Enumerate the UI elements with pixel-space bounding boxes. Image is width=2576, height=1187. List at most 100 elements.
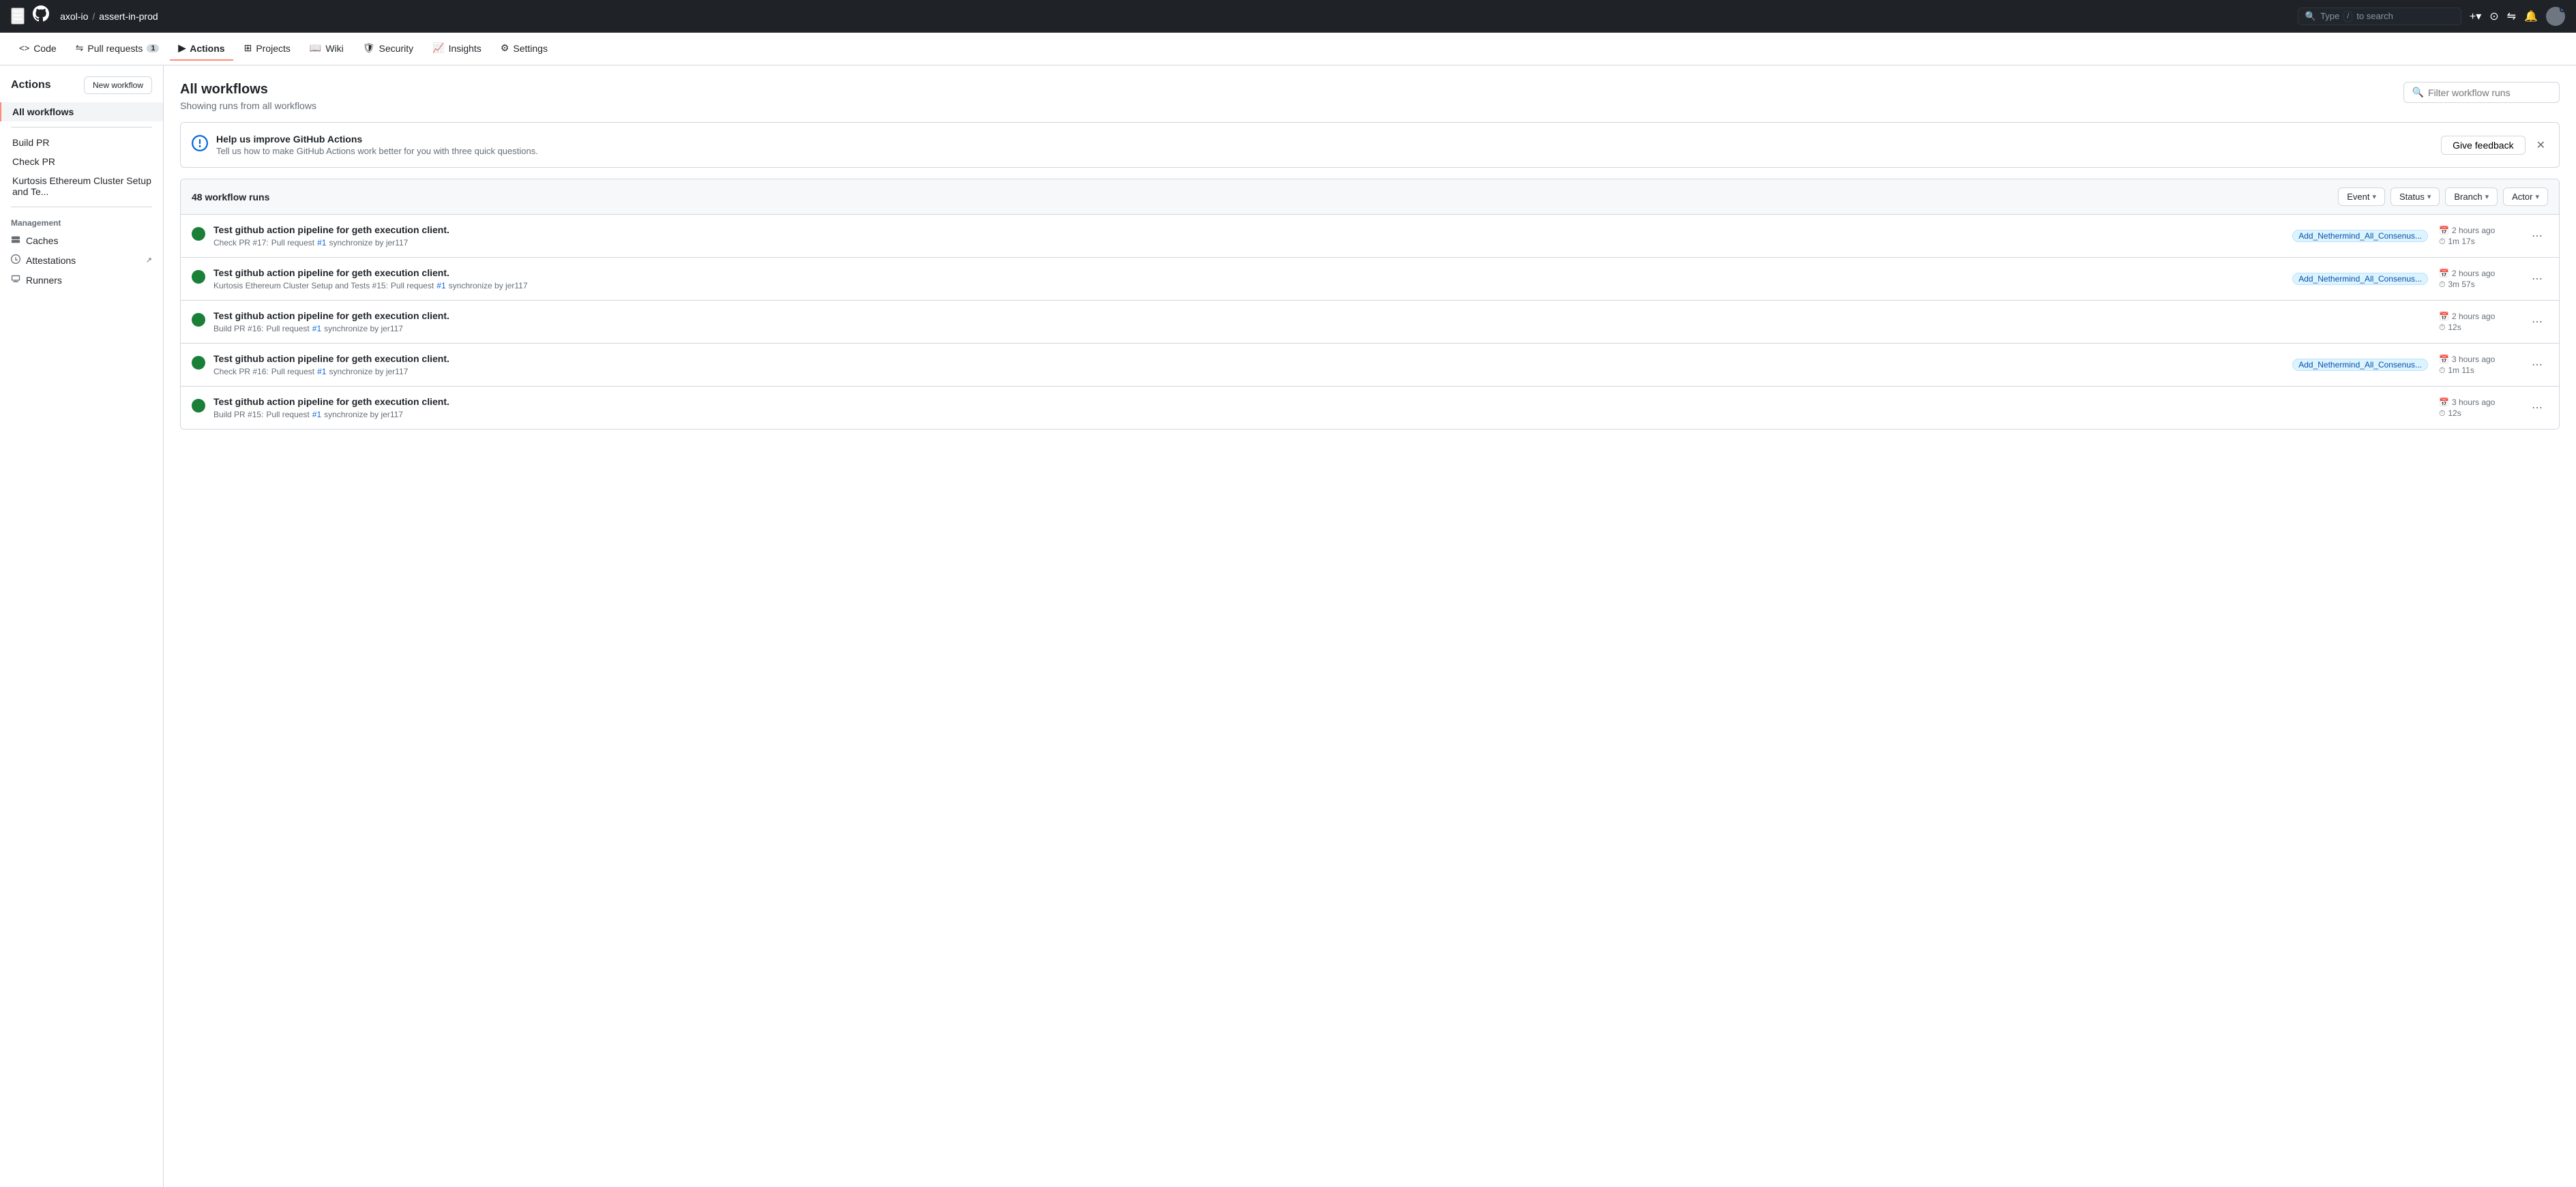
run-more-button[interactable]: ⋯ xyxy=(2526,398,2548,417)
nav-projects[interactable]: ⊞ Projects xyxy=(236,37,299,61)
search-type-text: Type xyxy=(2320,11,2339,21)
notifications-button[interactable]: 🔔 xyxy=(2524,10,2538,23)
nav-wiki[interactable]: 📖 Wiki xyxy=(301,37,352,61)
nav-insights[interactable]: 📈 Insights xyxy=(424,37,490,61)
calendar-icon: 📅 xyxy=(2439,269,2449,278)
event-chevron-icon: ▾ xyxy=(2372,192,2376,201)
github-logo xyxy=(33,5,49,27)
search-bar[interactable]: 🔍 Type / to search xyxy=(2298,7,2461,25)
search-icon: 🔍 xyxy=(2305,11,2316,22)
run-title[interactable]: Test github action pipeline for geth exe… xyxy=(213,224,2284,235)
nav-code[interactable]: <> Code xyxy=(11,37,65,61)
feedback-title: Help us improve GitHub Actions xyxy=(216,134,2433,145)
run-time: 📅 2 hours ago ⏱ 1m 17s xyxy=(2439,226,2521,247)
run-info: Test github action pipeline for geth exe… xyxy=(213,310,2428,333)
run-time-ago: 3 hours ago xyxy=(2452,355,2495,364)
nav-settings[interactable]: ⚙ Settings xyxy=(492,37,556,61)
caches-label: Caches xyxy=(26,235,58,246)
run-more-button[interactable]: ⋯ xyxy=(2526,269,2548,288)
check-pr-label: Check PR xyxy=(12,156,55,167)
sidebar-item-all-workflows[interactable]: All workflows xyxy=(0,102,163,121)
run-time-detail: 📅 3 hours ago ⏱ 12s xyxy=(2439,397,2495,419)
run-row[interactable]: Test github action pipeline for geth exe… xyxy=(181,258,2559,301)
filter-search-input[interactable] xyxy=(2428,87,2551,98)
sidebar-item-kurtosis[interactable]: Kurtosis Ethereum Cluster Setup and Te..… xyxy=(0,171,163,201)
run-info: Test github action pipeline for geth exe… xyxy=(213,353,2284,376)
run-title[interactable]: Test github action pipeline for geth exe… xyxy=(213,353,2284,364)
run-pr-link[interactable]: #1 xyxy=(312,324,321,333)
run-row[interactable]: Test github action pipeline for geth exe… xyxy=(181,344,2559,387)
filter-actor-button[interactable]: Actor ▾ xyxy=(2503,187,2548,206)
nav-code-label: Code xyxy=(33,43,56,54)
run-meta: Build PR #15: Pull request #1 synchroniz… xyxy=(213,410,2428,419)
run-branch-tag: Add_Nethermind_All_Consenus... xyxy=(2292,230,2428,242)
repo-name-link[interactable]: assert-in-prod xyxy=(99,11,158,22)
run-duration: 1m 11s xyxy=(2448,365,2474,375)
run-pr-link[interactable]: #1 xyxy=(436,281,445,290)
filter-event-button[interactable]: Event ▾ xyxy=(2338,187,2385,206)
run-event: Pull request xyxy=(271,238,314,247)
nav-projects-label: Projects xyxy=(256,43,291,54)
sidebar-item-attestations[interactable]: Attestations ↗ xyxy=(0,250,163,270)
sidebar-item-check-pr[interactable]: Check PR xyxy=(0,152,163,171)
run-title[interactable]: Test github action pipeline for geth exe… xyxy=(213,267,2284,278)
run-more-button[interactable]: ⋯ xyxy=(2526,355,2548,374)
run-title[interactable]: Test github action pipeline for geth exe… xyxy=(213,310,2428,321)
run-row[interactable]: Test github action pipeline for geth exe… xyxy=(181,301,2559,344)
runs-count: 48 workflow runs xyxy=(192,192,269,202)
pull-requests-button[interactable]: ⇋ xyxy=(2507,10,2516,23)
run-status-icon xyxy=(192,227,205,245)
main-layout: Actions New workflow All workflows Build… xyxy=(0,65,2576,1187)
nav-actions[interactable]: ▶ Actions xyxy=(170,37,233,61)
run-sync: synchronize by jer117 xyxy=(329,238,408,247)
time-ago-line: 📅 2 hours ago xyxy=(2439,226,2495,235)
filter-status-button[interactable]: Status ▾ xyxy=(2390,187,2440,206)
repo-owner-link[interactable]: axol-io xyxy=(60,11,88,22)
projects-icon: ⊞ xyxy=(244,42,252,54)
run-status-icon xyxy=(192,356,205,374)
run-branch-tag: Add_Nethermind_All_Consenus... xyxy=(2292,359,2428,371)
main-content: All workflows Showing runs from all work… xyxy=(164,65,2576,1187)
duration-line: ⏱ 12s xyxy=(2439,322,2495,333)
filter-search[interactable]: 🔍 xyxy=(2403,82,2560,103)
close-feedback-button[interactable]: ✕ xyxy=(2534,136,2548,155)
run-time-ago: 2 hours ago xyxy=(2452,312,2495,321)
run-time-detail: 📅 2 hours ago ⏱ 1m 17s xyxy=(2439,226,2495,247)
run-title[interactable]: Test github action pipeline for geth exe… xyxy=(213,396,2428,407)
run-event: Pull request xyxy=(391,281,434,290)
clock-icon: ⏱ xyxy=(2439,322,2445,333)
run-sync: synchronize by jer117 xyxy=(324,324,403,333)
clock-icon: ⏱ xyxy=(2439,280,2445,290)
nav-pull-requests[interactable]: ⇋ Pull requests 1 xyxy=(68,37,168,61)
sidebar-item-build-pr[interactable]: Build PR xyxy=(0,133,163,152)
runners-label: Runners xyxy=(26,275,62,286)
run-more-button[interactable]: ⋯ xyxy=(2526,312,2548,331)
run-pr-link[interactable]: #1 xyxy=(317,367,326,376)
sidebar-item-caches[interactable]: Caches xyxy=(0,230,163,250)
attestations-label: Attestations xyxy=(26,255,76,266)
run-duration: 12s xyxy=(2448,322,2461,332)
issues-button[interactable]: ⊙ xyxy=(2489,10,2498,23)
all-workflows-label: All workflows xyxy=(12,106,74,117)
run-pr-link[interactable]: #1 xyxy=(317,238,326,247)
run-row[interactable]: Test github action pipeline for geth exe… xyxy=(181,215,2559,258)
filter-branch-button[interactable]: Branch ▾ xyxy=(2445,187,2498,206)
nav-security[interactable]: 🛡 Security xyxy=(355,37,421,61)
run-more-button[interactable]: ⋯ xyxy=(2526,226,2548,245)
hamburger-menu[interactable]: ☰ xyxy=(11,7,25,25)
run-pr-link[interactable]: #1 xyxy=(312,410,321,419)
run-status-icon xyxy=(192,313,205,331)
page-subtitle: Showing runs from all workflows xyxy=(180,100,316,111)
run-row[interactable]: Test github action pipeline for geth exe… xyxy=(181,387,2559,429)
nav-settings-label: Settings xyxy=(513,43,548,54)
plus-button[interactable]: +▾ xyxy=(2470,10,2481,23)
pr-badge: 1 xyxy=(147,44,159,52)
nav-pr-label: Pull requests xyxy=(87,43,143,54)
run-workflow: Build PR #15: xyxy=(213,410,263,419)
new-workflow-button[interactable]: New workflow xyxy=(84,76,152,94)
sidebar-item-runners[interactable]: Runners xyxy=(0,270,163,290)
run-time-detail: 📅 2 hours ago ⏱ 12s xyxy=(2439,312,2495,333)
give-feedback-button[interactable]: Give feedback xyxy=(2441,136,2526,155)
avatar[interactable] xyxy=(2546,7,2565,26)
run-workflow: Kurtosis Ethereum Cluster Setup and Test… xyxy=(213,281,388,290)
